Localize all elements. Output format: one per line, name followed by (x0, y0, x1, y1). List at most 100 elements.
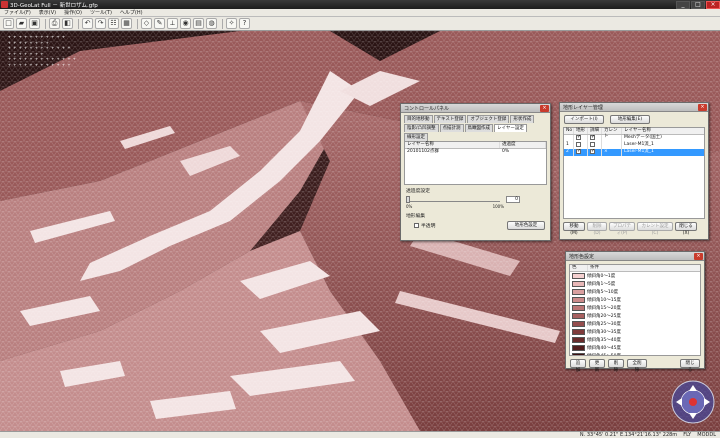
column-layer-name: レイヤー名称 (624, 128, 651, 133)
tab-point-measure[interactable]: 点描計測 (439, 124, 464, 132)
close-button[interactable]: × (706, 0, 720, 9)
color-swatch[interactable] (572, 321, 585, 327)
detail-checkbox-box[interactable] (590, 142, 595, 147)
slider-thumb[interactable] (406, 196, 410, 203)
undo-icon[interactable]: ↶ (82, 18, 93, 29)
terrain-edit-button[interactable]: 地形編集(E) (610, 115, 650, 124)
table-icon[interactable]: ☷ (108, 18, 119, 29)
film-icon[interactable]: ▤ (193, 18, 204, 29)
color-rule-row[interactable]: 傾斜角0～1度 (570, 272, 700, 280)
tab-layer-settings[interactable]: レイヤー設定 (494, 124, 527, 132)
new-icon[interactable]: □ (3, 18, 14, 29)
close-button[interactable]: 閉じる (680, 359, 700, 373)
terrain-layer-row[interactable]: ✓ ✓ Meshデータ(国土) (564, 135, 704, 142)
menu-tools[interactable]: ツール(T) (86, 9, 116, 16)
tab-object-register[interactable]: オブジェクト登録 (467, 115, 510, 123)
color-rule-row[interactable]: 傾斜角15～20度 (570, 304, 700, 312)
menu-bar: ファイル(F) 表示(V) 操作(O) ツール(T) ヘルプ(H) (0, 9, 720, 17)
color-swatch[interactable] (572, 313, 585, 319)
wrench-icon[interactable]: ✧ (226, 18, 237, 29)
detail-checkbox[interactable]: ✓ (588, 135, 602, 142)
close-icon[interactable]: × (540, 104, 549, 112)
terrain-checkbox-box[interactable] (576, 142, 581, 147)
transparency-value[interactable]: 0 (506, 196, 520, 203)
detail-checkbox[interactable]: ✓ (588, 149, 602, 156)
print-icon[interactable]: ⎙ (49, 18, 60, 29)
transparency-slider[interactable] (406, 196, 500, 203)
import-button[interactable]: インポート(I) (564, 115, 604, 124)
terrain-checkbox-box[interactable]: ✓ (576, 135, 581, 140)
color-swatch[interactable] (572, 337, 585, 343)
menu-view[interactable]: 表示(V) (35, 9, 60, 16)
semi-transparent-checkbox[interactable] (414, 223, 419, 228)
delete-button[interactable]: 削除 (608, 359, 624, 373)
color-list[interactable]: 色 条件 傾斜角0～1度 傾斜角1～5度 傾斜角5～10度 傾斜角10～15度 傾斜角1… (569, 264, 701, 356)
add-button[interactable]: 追加 (570, 359, 586, 373)
menu-help[interactable]: ヘルプ(H) (116, 9, 147, 16)
terrain-layer-list[interactable]: No 地形 詳細 カレント レイヤー名称 ✓ ✓ Meshデータ(国土) 1 Laser… (563, 127, 705, 219)
menu-operation[interactable]: 操作(O) (60, 9, 86, 16)
color-swatch[interactable] (572, 289, 585, 295)
color-swatch[interactable] (572, 305, 585, 311)
menu-file[interactable]: ファイル(F) (0, 9, 35, 16)
move-button[interactable]: 移動(M) (563, 222, 585, 236)
close-button[interactable]: 閉じる(X) (675, 222, 697, 236)
terrain-layer-row[interactable]: 1 Laser-M1流_1 (564, 142, 704, 149)
color-rule-row[interactable]: 傾斜角40～45度 (570, 344, 700, 352)
hud-line: + + + + + + + + + + + + (8, 46, 71, 51)
color-swatch[interactable] (572, 345, 585, 351)
color-rule-row[interactable]: 傾斜角30～35度 (570, 328, 700, 336)
color-rule-label: 傾斜角25～30度 (587, 322, 621, 327)
close-icon[interactable]: × (698, 103, 707, 111)
properties-button[interactable]: プロパティ(P) (609, 222, 635, 236)
tab-shading[interactable]: 陰影/凸凹調整 (404, 124, 439, 132)
detail-checkbox-box[interactable]: ✓ (590, 149, 595, 154)
delete-all-button[interactable]: 全削除 (627, 359, 647, 373)
measure-icon[interactable]: ⟂ (167, 18, 178, 29)
color-swatch[interactable] (572, 281, 585, 287)
color-rule-row[interactable]: 傾斜角10～15度 (570, 296, 700, 304)
draw-icon[interactable]: ✎ (154, 18, 165, 29)
delete-button[interactable]: 削除(D) (587, 222, 607, 236)
layer-row[interactable]: 20101102点群 0% (405, 149, 546, 156)
control-panel-titlebar[interactable]: コントロールパネル × (401, 104, 550, 113)
tab-birdseye[interactable]: 鳥瞰図作成 (464, 124, 494, 132)
layers-icon[interactable]: ◧ (62, 18, 73, 29)
terrain-color-button[interactable]: 地形色設定 (507, 221, 545, 230)
terrain-checkbox-box[interactable]: ✓ (576, 149, 581, 154)
color-rule-row[interactable]: 傾斜角35～40度 (570, 336, 700, 344)
terrain-checkbox[interactable]: ✓ (574, 149, 588, 156)
set-current-button[interactable]: カレント設定(C) (637, 222, 673, 236)
minimize-button[interactable]: _ (676, 0, 690, 9)
color-swatch[interactable] (572, 273, 585, 279)
help-icon[interactable]: ? (239, 18, 250, 29)
tab-destination[interactable]: 目的地移動 (404, 115, 433, 123)
navigation-control[interactable] (670, 379, 716, 425)
detail-checkbox-box[interactable]: ✓ (590, 135, 595, 140)
close-icon[interactable]: × (694, 252, 703, 260)
color-swatch[interactable] (572, 297, 585, 303)
open-icon[interactable]: ▰ (16, 18, 27, 29)
color-rule-row[interactable]: 傾斜角20～25度 (570, 312, 700, 320)
color-rule-row[interactable]: 傾斜角1～5度 (570, 280, 700, 288)
update-button[interactable]: 更新 (589, 359, 605, 373)
color-rule-row[interactable]: 傾斜角5～10度 (570, 288, 700, 296)
cube-icon[interactable]: ◇ (141, 18, 152, 29)
redo-icon[interactable]: ↷ (95, 18, 106, 29)
globe-icon[interactable]: ◍ (206, 18, 217, 29)
maximize-button[interactable]: □ (691, 0, 705, 9)
camera-icon[interactable]: ◉ (180, 18, 191, 29)
current-mark: × (602, 149, 622, 156)
grid-icon[interactable]: ▦ (121, 18, 132, 29)
tab-text-register[interactable]: テキスト登録 (433, 115, 467, 123)
layer-list[interactable]: レイヤー名称 透過度 20101102点群 0% (404, 141, 547, 185)
tab-shape-create[interactable]: 形状作成 (510, 115, 535, 123)
terrain-layer-row[interactable]: 2 ✓ ✓ × Laser-M1流_1 (564, 149, 704, 156)
color-rule-row[interactable]: 傾斜角25～30度 (570, 320, 700, 328)
color-swatch[interactable] (572, 329, 585, 335)
terrain-checkbox[interactable]: ✓ (574, 135, 588, 142)
save-icon[interactable]: ▣ (29, 18, 40, 29)
color-settings-titlebar[interactable]: 地形色設定 × (566, 252, 704, 261)
layer-manager-titlebar[interactable]: 地形レイヤー管理 × (560, 103, 708, 112)
tab-line-settings[interactable]: 線形設定 (404, 133, 428, 141)
